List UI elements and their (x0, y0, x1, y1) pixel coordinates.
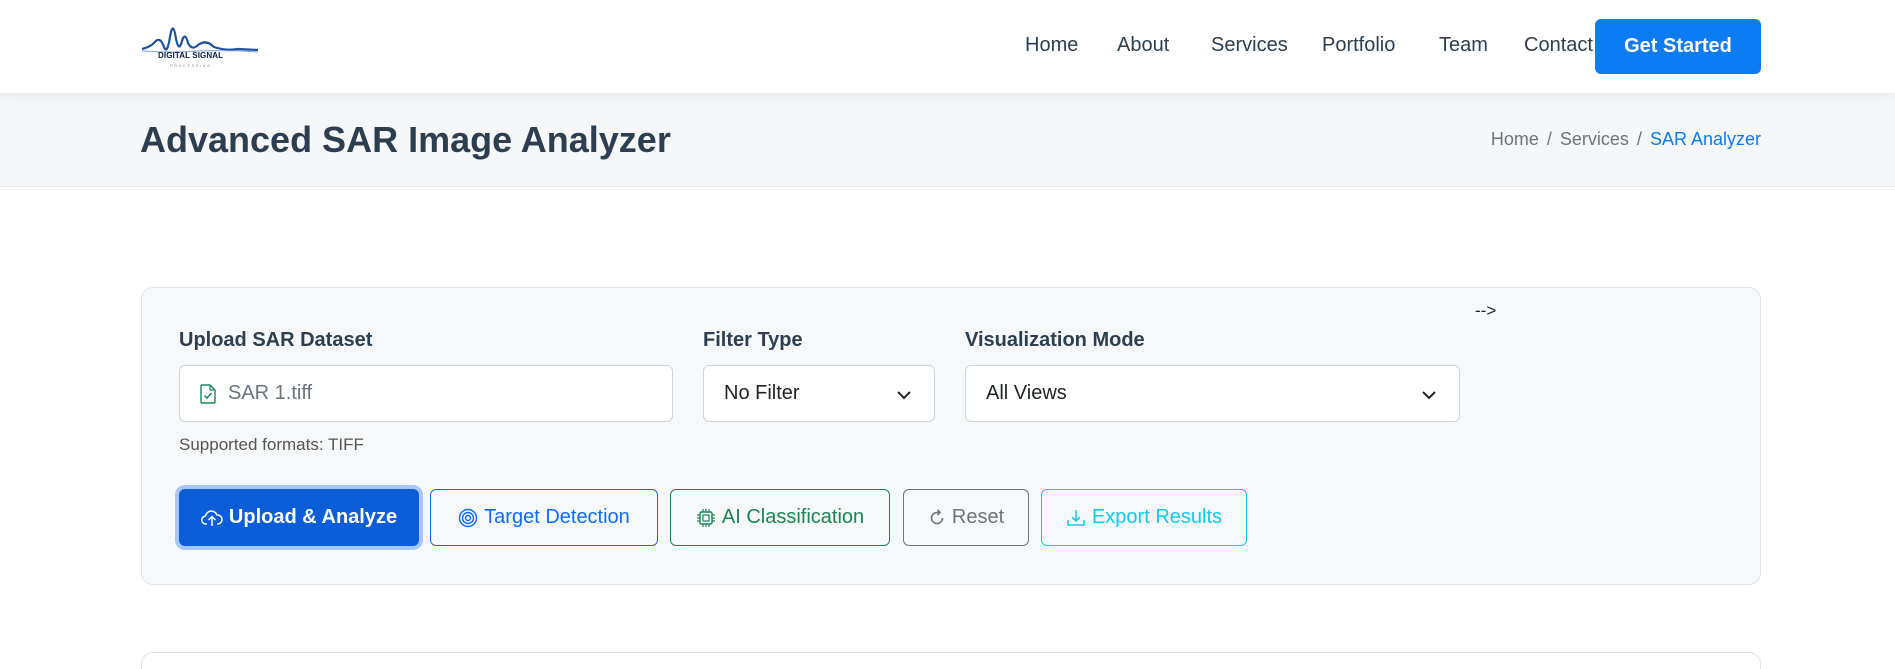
nav-services[interactable]: Services (1211, 34, 1288, 57)
refresh-icon (928, 508, 946, 527)
export-results-button[interactable]: Export Results (1041, 489, 1247, 546)
nav-team[interactable]: Team (1439, 34, 1488, 57)
target-detection-label: Target Detection (484, 506, 630, 528)
filter-type-select[interactable]: No Filter (703, 365, 935, 422)
reset-button[interactable]: Reset (903, 489, 1029, 546)
file-upload-input[interactable]: SAR 1.tiff (179, 365, 673, 422)
file-check-icon (200, 383, 216, 404)
site-header: DIGITAL SIGNAL PROCESSING Home About Ser… (0, 0, 1895, 93)
nav-portfolio[interactable]: Portfolio (1322, 34, 1395, 57)
breadcrumb-separator: / (1636, 129, 1642, 149)
ai-classification-button[interactable]: AI Classification (670, 489, 890, 546)
breadcrumb: Home / Services / SAR Analyzer (1491, 129, 1761, 150)
logo-subtext: PROCESSING (170, 63, 212, 68)
chevron-down-icon (1421, 386, 1437, 409)
visualization-mode-select[interactable]: All Views (965, 365, 1460, 422)
upload-label: Upload SAR Dataset (179, 329, 373, 351)
upload-analyze-label: Upload & Analyze (228, 506, 398, 528)
chevron-down-icon (896, 386, 912, 409)
reset-label: Reset (951, 506, 1005, 528)
target-detection-button[interactable]: Target Detection (430, 489, 658, 546)
download-icon (1066, 508, 1086, 528)
nav-home[interactable]: Home (1025, 34, 1078, 57)
breadcrumb-home[interactable]: Home (1491, 129, 1539, 149)
nav-about[interactable]: About (1117, 34, 1169, 57)
page-title: Advanced SAR Image Analyzer (140, 119, 671, 160)
target-icon (458, 508, 478, 528)
supported-formats-hint: Supported formats: TIFF (179, 435, 364, 454)
filter-type-value: No Filter (724, 382, 800, 404)
get-started-button[interactable]: Get Started (1595, 19, 1761, 74)
visualization-mode-value: All Views (986, 382, 1067, 404)
filter-type-label: Filter Type (703, 329, 803, 351)
results-panel (141, 652, 1761, 669)
ai-classification-label: AI Classification (721, 506, 865, 528)
stray-comment-text: --> (1475, 301, 1497, 320)
breadcrumb-services[interactable]: Services (1560, 129, 1629, 149)
visualization-mode-label: Visualization Mode (965, 329, 1145, 351)
brand-logo[interactable]: DIGITAL SIGNAL PROCESSING (140, 17, 262, 73)
breadcrumb-separator: / (1546, 129, 1552, 149)
page-title-bar: Advanced SAR Image Analyzer Home / Service… (0, 93, 1895, 187)
nav-contact[interactable]: Contact (1524, 34, 1593, 57)
logo-text: DIGITAL SIGNAL (158, 51, 224, 60)
file-name: SAR 1.tiff (228, 382, 313, 404)
breadcrumb-current: SAR Analyzer (1649, 129, 1761, 149)
upload-analyze-button[interactable]: Upload & Analyze (179, 489, 419, 546)
export-results-label: Export Results (1091, 506, 1223, 528)
cloud-upload-icon (200, 508, 223, 528)
cpu-icon (696, 508, 716, 528)
